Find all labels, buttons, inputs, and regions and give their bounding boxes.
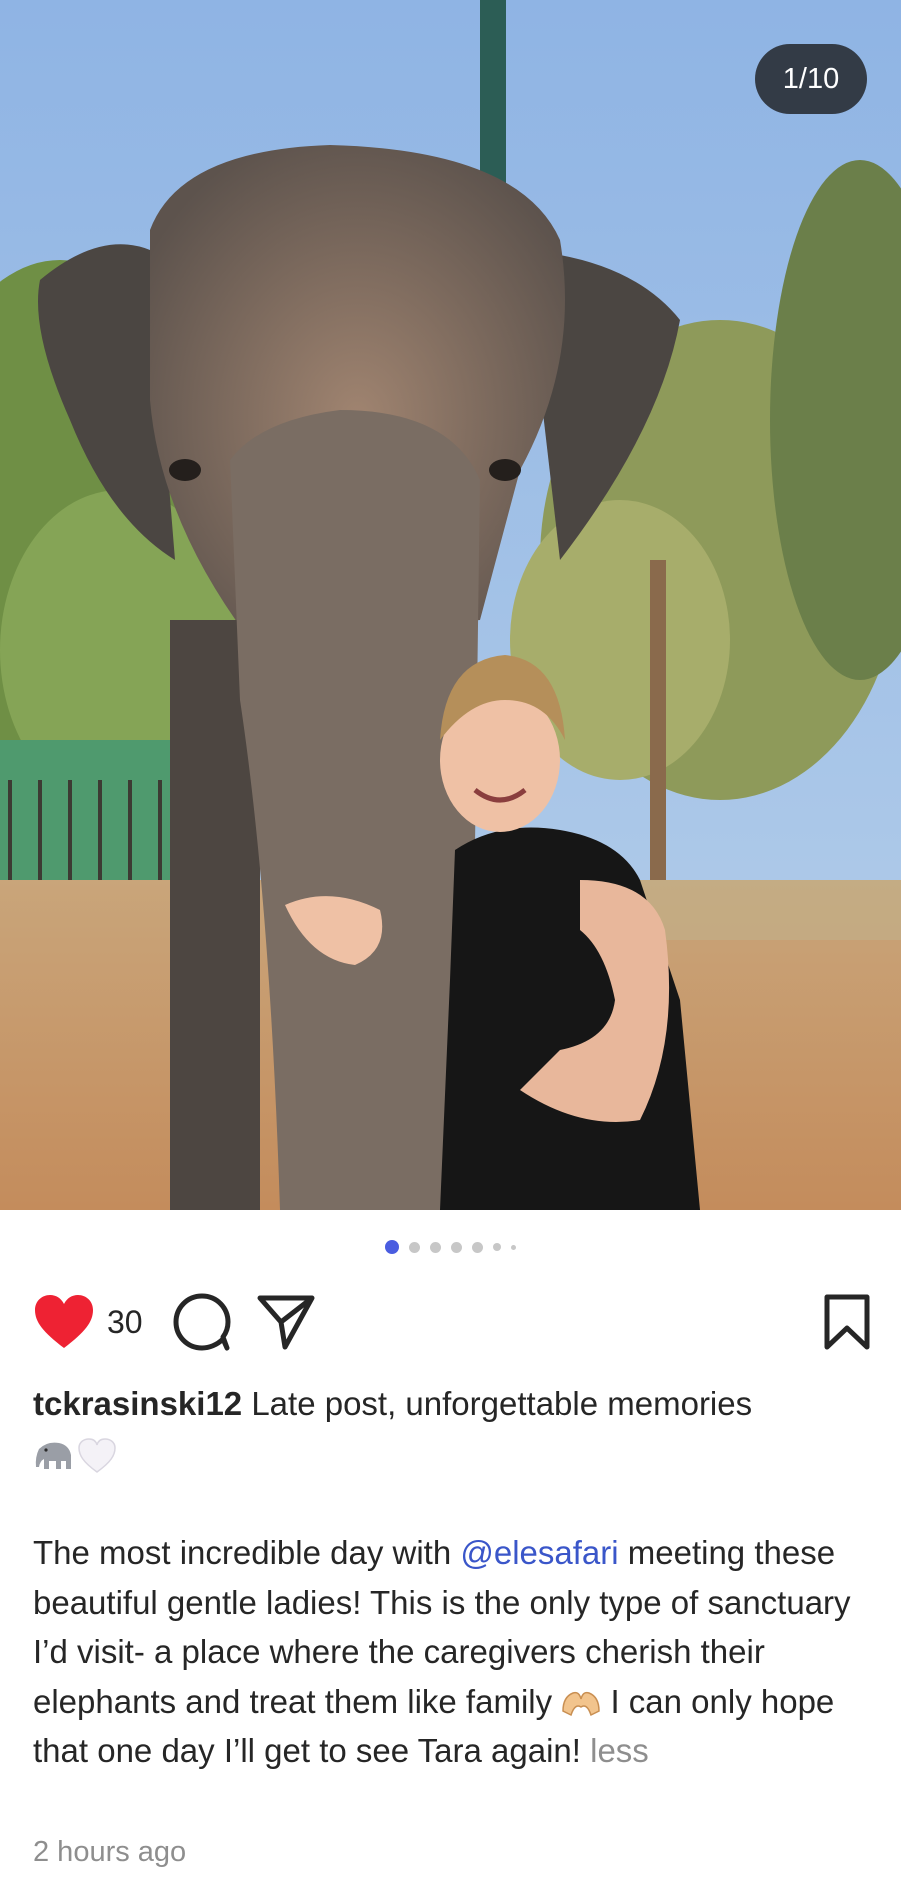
comment-icon [173, 1293, 231, 1351]
carousel-dot [409, 1241, 420, 1253]
carousel-dot [511, 1244, 516, 1250]
less-link[interactable]: less [590, 1732, 649, 1769]
share-button[interactable] [257, 1294, 315, 1350]
username-link[interactable]: tckrasinski12 [33, 1385, 242, 1422]
carousel-dot [451, 1241, 462, 1253]
carousel-dot [472, 1241, 483, 1253]
save-button[interactable] [823, 1294, 871, 1350]
bookmark-icon [824, 1294, 870, 1350]
like-count[interactable]: 30 [107, 1304, 143, 1341]
carousel-dots [0, 1240, 901, 1254]
description-text-part1: The most incredible day with [33, 1534, 461, 1571]
carousel-dot-active [385, 1240, 399, 1254]
heart-hands-emoji [562, 1691, 601, 1716]
mention-link[interactable]: @elesafari [460, 1534, 618, 1571]
elephant-emoji [35, 1442, 71, 1469]
post-photo[interactable]: 1/10 [0, 0, 901, 1210]
post-description: The most incredible day with @elesafari … [33, 1528, 873, 1776]
post-caption: tckrasinski12 Late post, unforgettable m… [33, 1380, 869, 1480]
carousel-dot [493, 1243, 501, 1251]
carousel-dot [430, 1241, 441, 1253]
post-action-bar: 30 [33, 1292, 871, 1352]
heart-icon [35, 1295, 93, 1348]
photo-counter-badge: 1/10 [755, 44, 867, 114]
send-icon [257, 1295, 315, 1350]
elephant-photo [0, 0, 901, 1210]
caption-line: tckrasinski12 Late post, unforgettable m… [33, 1380, 869, 1428]
like-button[interactable] [33, 1294, 95, 1350]
post-timestamp: 2 hours ago [33, 1836, 187, 1868]
caption-text: Late post, unforgettable memories [251, 1385, 753, 1422]
comment-button[interactable] [173, 1293, 231, 1351]
caption-emoji-line [33, 1432, 869, 1480]
white-heart-emoji [78, 1438, 116, 1473]
